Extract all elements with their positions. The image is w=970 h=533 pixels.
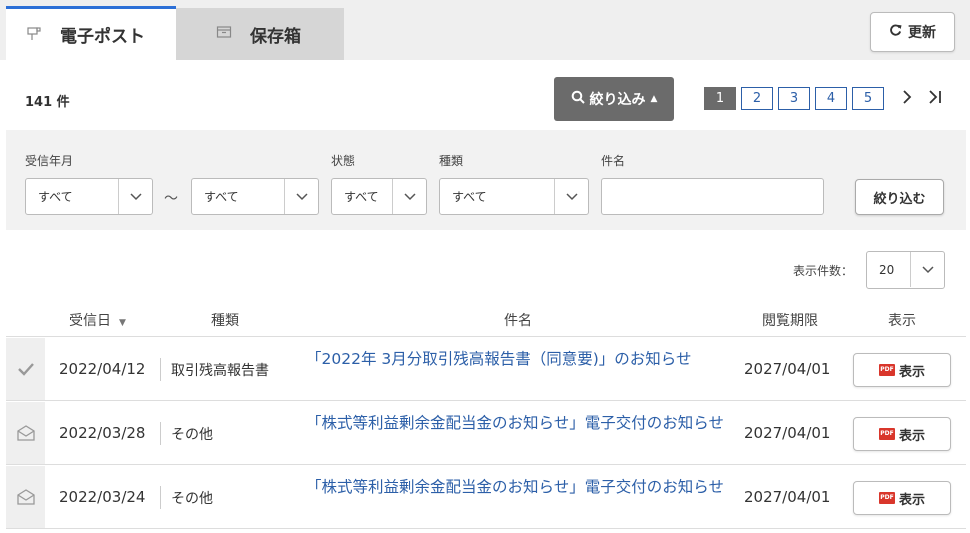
per-page-label: 表示件数： xyxy=(793,264,854,278)
pdf-icon: PDF xyxy=(878,364,895,376)
refresh-button[interactable]: 更新 xyxy=(870,12,955,52)
search-icon xyxy=(571,90,585,108)
filter-toggle-button[interactable]: 絞り込み ▲ xyxy=(554,77,674,121)
chevron-down-icon xyxy=(392,179,426,214)
per-page-select[interactable]: 20 xyxy=(866,251,945,289)
select-value: すべて xyxy=(38,190,73,204)
page-2-button[interactable]: 2 xyxy=(741,87,773,110)
envelope-icon xyxy=(6,466,45,528)
type-select[interactable]: すべて xyxy=(439,178,589,215)
tab-electronic-post[interactable]: 電子ポスト xyxy=(6,6,176,60)
check-icon xyxy=(6,338,45,400)
pdf-icon: PDF xyxy=(878,492,895,504)
range-separator: ～ xyxy=(164,191,178,207)
sort-desc-icon: ▼ xyxy=(119,318,126,328)
row-subject-link[interactable]: 「2022年 3月分取引残高報告書（同意要)」のお知らせ xyxy=(306,349,736,369)
filter-toggle-label: 絞り込み xyxy=(589,92,646,108)
received-from-select[interactable]: すべて xyxy=(25,178,153,215)
select-value: すべて xyxy=(344,190,379,204)
subject-label: 件名 xyxy=(601,154,626,168)
header-subject: 件名 xyxy=(504,313,532,329)
header-deadline: 閲覧期限 xyxy=(762,313,818,329)
row-subject-link[interactable]: 「株式等利益剰余金配当金のお知らせ」電子交付のお知らせ xyxy=(306,413,736,433)
table-row: 2022/04/12 取引残高報告書 「2022年 3月分取引残高報告書（同意要… xyxy=(6,338,966,401)
table-header: 受信日 ▼ 種類 件名 閲覧期限 表示 xyxy=(6,303,966,337)
received-month-label: 受信年月 xyxy=(25,154,74,168)
tab-label: 電子ポスト xyxy=(60,27,145,47)
received-to-select[interactable]: すべて xyxy=(191,178,319,215)
envelope-icon xyxy=(6,402,45,464)
view-pdf-button[interactable]: PDF 表示 xyxy=(853,353,951,387)
type-label: 種類 xyxy=(439,154,464,168)
result-count: 141 件 xyxy=(25,95,70,110)
status-label: 状態 xyxy=(331,154,356,168)
view-pdf-button[interactable]: PDF 表示 xyxy=(853,481,951,515)
table-row: 2022/03/28 その他 「株式等利益剰余金配当金のお知らせ」電子交付のお知… xyxy=(6,402,966,465)
view-label: 表示 xyxy=(898,428,925,444)
header-date[interactable]: 受信日 ▼ xyxy=(69,310,126,330)
last-page-icon[interactable] xyxy=(925,89,945,108)
row-subject-link[interactable]: 「株式等利益剰余金配当金のお知らせ」電子交付のお知らせ xyxy=(306,477,736,497)
column-divider xyxy=(160,422,161,445)
row-date: 2022/03/28 xyxy=(59,424,146,442)
pagination: 1 2 3 4 5 xyxy=(704,87,945,110)
box-icon xyxy=(216,25,236,43)
caret-up-icon: ▲ xyxy=(650,94,658,104)
header-type: 種類 xyxy=(211,313,239,329)
row-date: 2022/03/24 xyxy=(59,488,146,506)
page-4-button[interactable]: 4 xyxy=(815,87,847,110)
row-deadline: 2027/04/01 xyxy=(744,360,831,378)
row-deadline: 2027/04/01 xyxy=(744,424,831,442)
status-select[interactable]: すべて xyxy=(331,178,427,215)
tab-label: 保存箱 xyxy=(250,26,301,47)
chevron-down-icon xyxy=(554,179,588,214)
select-value: すべて xyxy=(452,190,487,204)
page-5-button[interactable]: 5 xyxy=(852,87,884,110)
apply-filter-button[interactable]: 絞り込む xyxy=(855,179,944,215)
row-type: 取引残高報告書 xyxy=(171,363,269,379)
pdf-icon: PDF xyxy=(878,428,895,440)
chevron-down-icon xyxy=(118,179,152,214)
table-row: 2022/03/24 その他 「株式等利益剰余金配当金のお知らせ」電子交付のお知… xyxy=(6,466,966,529)
view-pdf-button[interactable]: PDF 表示 xyxy=(853,417,951,451)
view-label: 表示 xyxy=(898,492,925,508)
row-type: その他 xyxy=(171,427,213,443)
mailbox-icon xyxy=(26,25,46,45)
next-page-icon[interactable] xyxy=(897,89,917,108)
page-1-button[interactable]: 1 xyxy=(704,87,736,110)
select-value: 20 xyxy=(879,263,895,277)
chevron-down-icon xyxy=(910,252,944,287)
select-value: すべて xyxy=(204,190,239,204)
row-deadline: 2027/04/01 xyxy=(744,488,831,506)
view-label: 表示 xyxy=(898,364,925,380)
chevron-down-icon xyxy=(284,179,318,214)
page-3-button[interactable]: 3 xyxy=(778,87,810,110)
column-divider xyxy=(160,486,161,509)
row-type: その他 xyxy=(171,491,213,507)
tab-storage-box[interactable]: 保存箱 xyxy=(176,8,344,60)
refresh-icon xyxy=(889,23,902,41)
subject-input[interactable] xyxy=(601,178,824,215)
refresh-label: 更新 xyxy=(908,25,936,41)
row-date: 2022/04/12 xyxy=(59,360,146,378)
header-view: 表示 xyxy=(888,313,916,329)
header-date-label: 受信日 xyxy=(69,313,111,329)
column-divider xyxy=(160,358,161,381)
